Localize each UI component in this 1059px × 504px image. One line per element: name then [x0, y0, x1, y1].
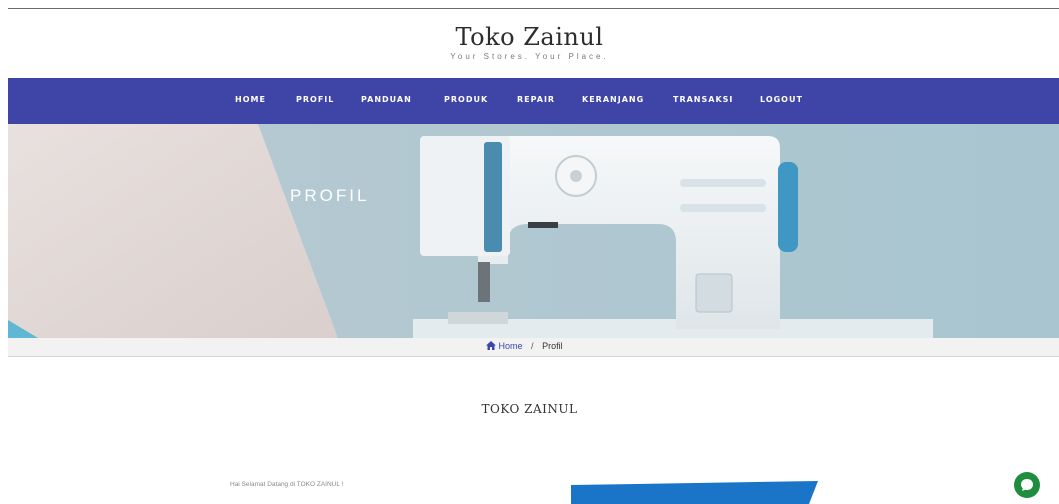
section-title: TOKO ZAINUL [481, 402, 578, 416]
nav-item-produk[interactable]: PRODUK [444, 95, 488, 104]
site-title[interactable]: Toko Zainul [0, 22, 1059, 52]
breadcrumb-separator: / [531, 341, 534, 351]
hero-banner: PROFIL [8, 124, 1059, 338]
nav-item-transaksi[interactable]: TRANSAKSI [673, 95, 733, 104]
welcome-text: Hai Selamat Datang di TOKO ZAINUL ! [230, 481, 344, 488]
nav-item-keranjang[interactable]: KERANJANG [582, 95, 644, 104]
hero-title: PROFIL [290, 186, 370, 205]
hero-sewing-machine-image [8, 124, 1059, 338]
breadcrumb: Home / Profil [8, 338, 1059, 357]
nav-item-home[interactable]: HOME [235, 95, 266, 104]
nav-item-panduan[interactable]: PANDUAN [361, 95, 412, 104]
nav-item-profil[interactable]: PROFIL [296, 95, 334, 104]
site-tagline: Your Stores. Your Place. [450, 52, 609, 61]
top-divider [8, 8, 1059, 9]
chat-button[interactable] [1014, 472, 1040, 498]
site-header: Toko Zainul Your Stores. Your Place. [0, 22, 1059, 62]
nav-item-repair[interactable]: REPAIR [517, 95, 555, 104]
breadcrumb-home-link[interactable]: Home [499, 341, 523, 351]
main-navigation: HOME PROFIL PANDUAN PRODUK REPAIR KERANJ… [8, 78, 1059, 124]
nav-item-logout[interactable]: LOGOUT [760, 95, 803, 104]
chat-bubble-icon [1021, 479, 1033, 491]
blue-decorative-shape [571, 481, 818, 504]
breadcrumb-current: Profil [542, 341, 563, 351]
home-icon[interactable] [486, 341, 499, 351]
